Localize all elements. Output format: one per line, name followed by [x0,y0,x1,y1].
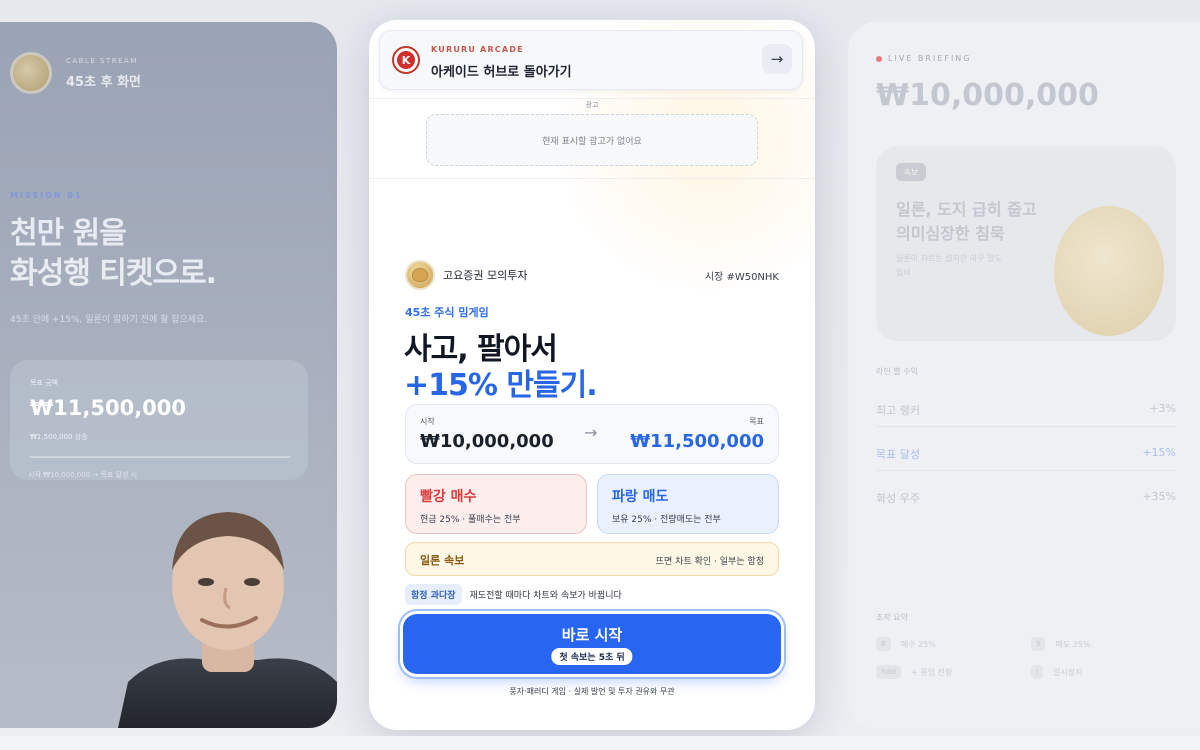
kururu-logo-letter: K [397,51,415,69]
arcade-brand: KURURU ARCADE [431,45,524,54]
row-divider [876,470,1176,471]
broker-name: 고요증권 모의투자 [443,269,528,282]
key-chip: B [876,637,891,651]
live-dot-icon [876,55,882,62]
target-card-amount: ₩11,500,000 [30,396,187,420]
hub-back-title: 아케이드 허브로 돌아가기 [431,65,572,80]
live-briefing-text: LIVE BRIEFING [888,54,972,63]
arcade-hub-link[interactable]: K KURURU ARCADE 아케이드 허브로 돌아가기 → [379,30,803,90]
game-tagline: 45초 주식 밈게임 [405,306,489,319]
market-code: 시장 #W50NHK [704,271,779,283]
parody-disclaimer: 풍자·패러디 게임 · 실제 발언 및 투자 권유와 무관 [509,687,675,696]
doge-coin-icon [1054,206,1164,336]
controls-grid: B 매수 25% S 매도 25% hold + 롱업 전환 i 일시정지 [876,637,1176,679]
key-chip: i [1031,665,1043,679]
returns-row-value: +35% [1142,490,1176,503]
left-headline-line-2: 화성행 티켓으로. [10,256,217,291]
controls-item-text: 매수 25% [900,639,936,649]
ad-divider [369,98,815,99]
news-info-description: 뜨면 차트 확인 · 일부는 함정 [655,557,764,567]
arrow-right-icon: → [584,423,598,442]
controls-item-text: + 롱업 전환 [911,667,953,677]
ad-label: 광고 [585,101,599,109]
arrow-right-icon[interactable]: → [762,44,792,74]
ad-placeholder: 현재 표시할 광고가 없어요 [426,114,758,166]
right-preview-panel: LIVE BRIEFING ₩10,000,000 속보 일론, 도지 급히 줍… [848,22,1200,728]
returns-row: 화성 우주 +35% [876,490,1176,506]
goal-label: 목표 [749,417,764,426]
left-panel-title: 45초 후 화면 [66,74,141,90]
returns-section-label: 라인 별 수익 [876,367,918,376]
start-label: 시작 [420,417,435,426]
returns-row-value: +15% [1142,446,1176,459]
row-divider [876,426,1176,427]
left-panel-headline: 천만 원을 화성행 티켓으로. [10,214,217,294]
left-panel-small-label: CABLE STREAM [66,56,138,65]
controls-item: S 매도 25% [1031,637,1176,651]
news-card-subtext: 일론이 차트는 켰지만 아무 말도 없네 [896,252,1002,280]
returns-row-value: +3% [1149,402,1176,415]
start-button-label: 바로 시작 [561,626,623,644]
left-panel-subtext: 45초 안에 +15%, 일론이 말하기 전에 팔 잡으세요. [10,315,208,325]
sell-info-card: 파랑 매도 보유 25% · 전량매도는 전부 [597,474,779,534]
start-game-button[interactable]: 바로 시작 첫 속보는 5초 뒤 [403,614,781,674]
left-headline-line-1: 천만 원을 [10,216,127,251]
kururu-logo-icon: K [392,46,420,74]
first-news-timer-badge: 첫 속보는 5초 뒤 [551,648,633,665]
buy-description: 현금 25% · 풀매수는 전부 [420,515,521,525]
controls-item: i 일시정지 [1031,665,1176,679]
trap-mode-note: 함정 과다장 재도전할 때마다 차트와 속보가 바뀝니다 [405,584,622,605]
returns-row-label: 목표 달성 [876,448,920,461]
bottom-strip [0,736,1200,750]
target-card-progress-track [30,456,290,458]
goal-amount: ₩11,500,000 [630,431,764,452]
returns-row: 최고 랭커 +3% [876,402,1176,418]
ad-divider [369,178,815,179]
sell-description: 보유 25% · 전량매도는 전부 [612,515,721,525]
buy-title: 빨강 매수 [420,489,477,505]
doge-coin-icon [405,260,435,290]
buy-info-card: 빨강 매수 현금 25% · 풀매수는 전부 [405,474,587,534]
returns-row: 목표 달성 +15% [876,446,1176,462]
returns-row-label: 최고 랭커 [876,404,920,417]
live-briefing-label: LIVE BRIEFING [876,54,972,63]
returns-row-label: 화성 우주 [876,492,920,505]
news-title-line-1: 일론, 도지 급히 줍고 [896,200,1037,219]
portrait-illustration [118,512,337,728]
target-amount-card: 목표 금액 ₩11,500,000 ₩1,500,000 상승 [10,360,308,480]
controls-item-text: 매도 25% [1055,639,1091,649]
news-card-title: 일론, 도지 급히 줍고 의미심장한 침묵 [896,198,1037,246]
key-chip: S [1031,637,1046,651]
news-badge: 속보 [896,163,926,181]
controls-item: hold + 롱업 전환 [876,665,1021,679]
trap-mode-chip: 함정 과다장 [405,584,462,605]
news-sub-line-2: 없네 [896,268,911,277]
controls-item: B 매수 25% [876,637,1021,651]
trap-mode-text: 재도전할 때마다 차트와 속보가 바뀝니다 [469,591,622,601]
news-info-title: 일론 속보 [420,554,465,567]
news-title-line-2: 의미심장한 침묵 [896,224,1005,243]
left-panel-header: CABLE STREAM 45초 후 화면 [10,52,141,94]
right-panel-news-card: 속보 일론, 도지 급히 줍고 의미심장한 침묵 일론이 차트는 켰지만 아무 … [876,146,1176,341]
mission-label: MISSION 01 [10,191,83,200]
news-sub-line-1: 일론이 차트는 켰지만 아무 말도 [896,254,1002,263]
target-card-label: 목표 금액 [30,379,58,387]
controls-item-text: 일시정지 [1052,667,1083,677]
right-panel-balance: ₩10,000,000 [876,78,1099,113]
left-preview-panel: CABLE STREAM 45초 후 화면 MISSION 01 천만 원을 화… [0,22,337,728]
sell-title: 파랑 매도 [612,489,669,505]
elon-news-info: 일론 속보 뜨면 차트 확인 · 일부는 함정 [405,542,779,576]
doge-coin-icon [10,52,52,94]
target-card-gain: ₩1,500,000 상승 [30,433,88,441]
game-header: 고요증권 모의투자 시장 #W50NHK [405,260,779,290]
target-card-foot: 시작 ₩10,000,000 → 목표 달성 시 [28,471,138,479]
game-card: K KURURU ARCADE 아케이드 허브로 돌아가기 → 광고 현재 표시… [369,20,815,730]
key-chip: hold [876,665,902,679]
start-amount: ₩10,000,000 [420,431,554,452]
goal-summary: 시작 ₩10,000,000 → 목표 ₩11,500,000 [405,404,779,464]
controls-section-label: 조작 요약 [876,613,908,622]
headline-line-2: +15% 만들기. [404,368,598,403]
